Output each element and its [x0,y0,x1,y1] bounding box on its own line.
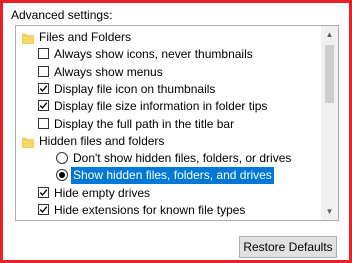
tree-item-label: Display the full path in the title bar [54,116,235,131]
tree-checkbox-item[interactable]: Hide extensions for known file types [16,202,321,219]
tree-item-label: Hide empty drives [54,185,151,200]
tree-checkbox-item[interactable]: Hide empty drives [16,185,321,202]
folder-icon [21,32,35,45]
checkbox[interactable] [38,186,49,198]
checkbox[interactable] [38,82,49,94]
tree-radio-item[interactable]: Don't show hidden files, folders, or dri… [16,150,321,167]
tree-checkbox-item[interactable]: Display the full path in the title bar [16,116,321,133]
checkmark-icon [39,206,48,213]
tree-item-label: Always show menus [54,64,163,79]
restore-defaults-button[interactable]: Restore Defaults [239,236,337,258]
tree-item-label: Show hidden files, folders, and drives [71,167,274,185]
checkbox[interactable] [38,117,49,129]
tree-radio-item[interactable]: Show hidden files, folders, and drives [16,167,321,185]
radio-dot [59,172,65,179]
checkbox[interactable] [38,100,49,112]
tree-checkbox-item[interactable]: Display file size information in folder … [16,98,321,115]
tree-item-label: Hidden files and folders [39,133,165,148]
advanced-settings-label: Advanced settings: [11,8,113,22]
tree-item-label: Hide extensions for known file types [54,203,246,217]
vertical-scrollbar[interactable]: ▲ ▼ [321,26,338,220]
tree-folder: Hidden files and folders [16,133,321,150]
checkbox[interactable] [38,48,49,60]
radio-button[interactable] [56,169,68,182]
scroll-up-icon[interactable]: ▲ [321,26,338,43]
tree-checkbox-item[interactable]: Display file icon on thumbnails [16,81,321,98]
checkmark-icon [39,189,48,196]
checkbox[interactable] [38,204,49,215]
tree-folder: Files and Folders [16,29,321,46]
scroll-thumb[interactable] [325,45,334,103]
tree-item-label: Don't show hidden files, folders, or dri… [73,151,292,166]
checkbox[interactable] [38,65,49,77]
folder-icon [21,136,35,149]
tree-item-label: Display file icon on thumbnails [54,81,216,96]
tree-item-label: Hide folder merge conflicts [54,219,196,220]
checkmark-icon [39,85,48,92]
checkmark-icon [39,102,48,110]
tree-checkbox-item[interactable]: Hide folder merge conflicts [16,219,321,220]
tree-item-label: Always show icons, never thumbnails [54,47,253,62]
radio-button[interactable] [56,152,68,165]
tree-checkbox-item[interactable]: Always show icons, never thumbnails [16,46,321,63]
highlight-frame: Advanced settings: ▲ ▼ Files and Folders… [0,0,352,263]
tree-item-label: Display file size information in folder … [54,99,268,114]
tree-checkbox-item[interactable]: Always show menus [16,64,321,81]
tree-item-label: Files and Folders [39,30,132,44]
advanced-settings-tree[interactable]: ▲ ▼ Files and Folders Always show icons, … [15,25,339,221]
scroll-down-icon[interactable]: ▼ [321,203,338,220]
